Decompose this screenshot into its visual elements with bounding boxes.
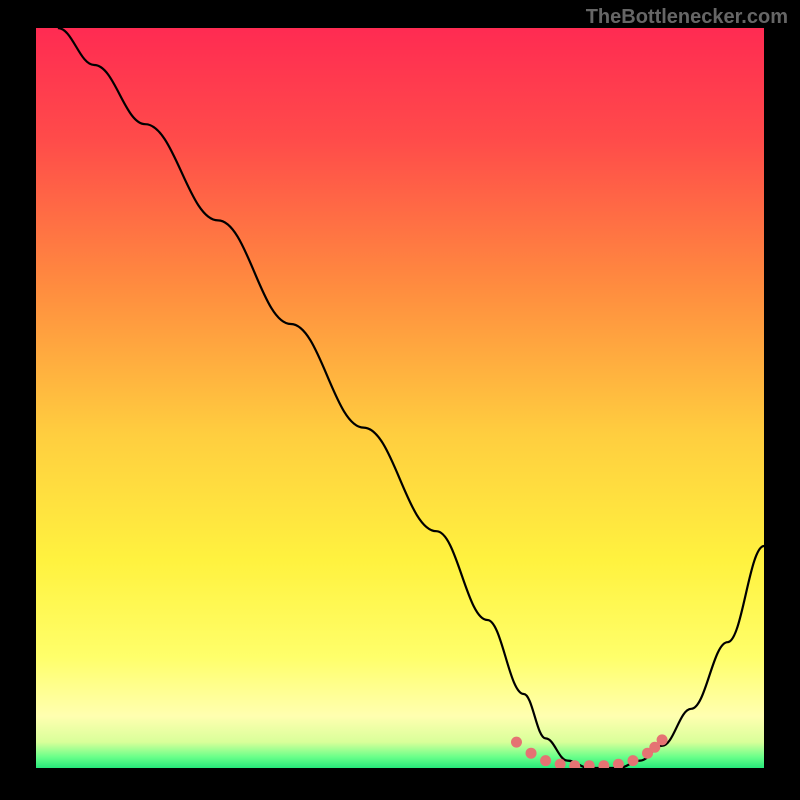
chart-container: TheBottlenecker.com [0,0,800,800]
marker-point [598,760,609,768]
marker-point [613,759,624,768]
watermark-text: TheBottlenecker.com [586,6,788,29]
marker-point [526,748,537,759]
optimal-range-markers [511,734,668,768]
marker-point [627,755,638,766]
marker-point [584,760,595,768]
marker-point [540,755,551,766]
curve-layer [36,28,764,768]
marker-point [511,737,522,748]
bottleneck-curve [58,28,764,768]
marker-point [657,734,668,745]
plot-area [36,28,764,768]
